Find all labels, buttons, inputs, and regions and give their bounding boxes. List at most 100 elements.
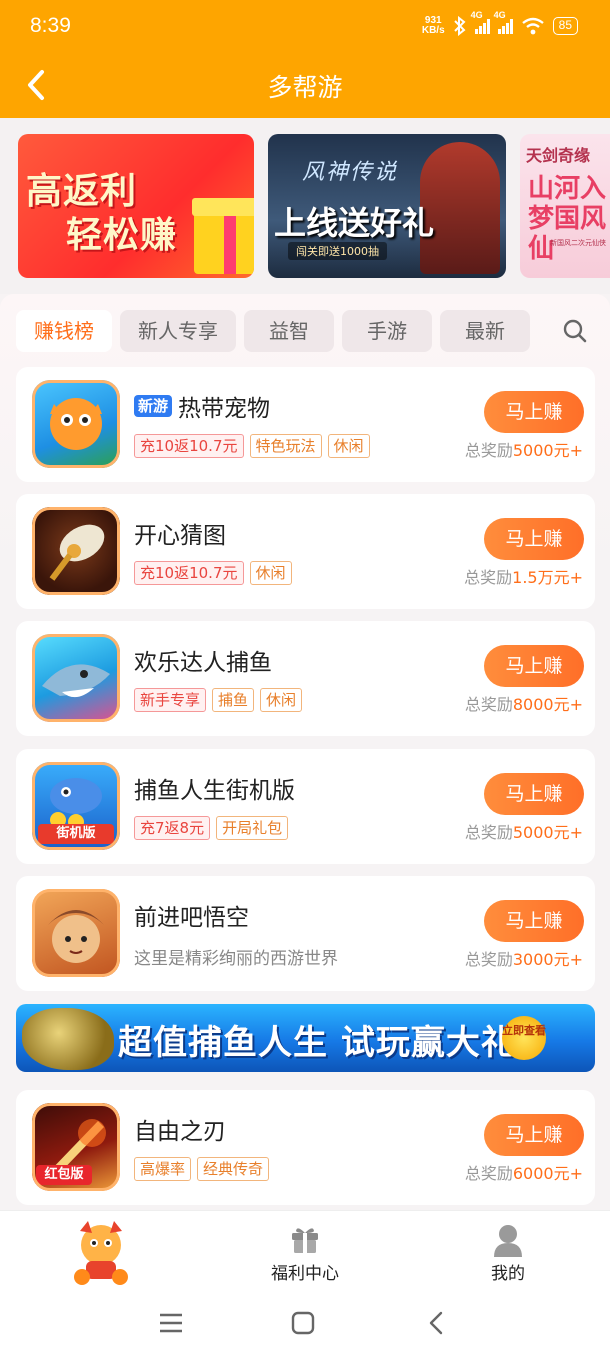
game-title: 捕鱼人生街机版 [134,771,295,805]
game-name: 热带宠物 [178,396,271,422]
promo-carousel[interactable]: 高返利 轻松赚 风神传说 上线送好礼 闯关即送1000抽 天剑奇缘 山河入梦国风… [0,118,610,294]
nav-mine-label: 我的 [491,1264,525,1284]
nav-bar: 多帮游 [0,56,610,118]
game-description: 这里是精彩绚丽的西游世界 [134,949,338,969]
game-name: 开心猜图 [134,523,226,549]
game-name: 捕鱼人生街机版 [134,778,295,804]
earn-now-button[interactable]: 马上赚 [484,391,584,433]
banner-game-logo: 风神传说 [302,160,399,185]
game-title: 欢乐达人捕鱼 [134,643,272,677]
battery-icon: 85 [552,17,578,35]
nav-welfare-label: 福利中心 [271,1264,339,1284]
tab-mobile-games[interactable]: 手游 [342,310,432,352]
system-nav-bar [0,1290,610,1356]
game-icon[interactable]: 红包版 [32,1103,120,1191]
game-list-panel: 赚钱榜 新人专享 益智 手游 最新 新游 热带宠物 充10返10.7元 特色玩法 … [0,294,610,1212]
game-card[interactable]: 前进吧悟空 这里是精彩绚丽的西游世界 马上赚 总奖励3000元+ [16,876,595,991]
promo-banner-rebate[interactable]: 高返利 轻松赚 [18,134,254,278]
tab-earn-rank[interactable]: 赚钱榜 [16,310,112,352]
total-reward: 总奖励5000元+ [465,819,583,843]
reward-label: 总奖励 [464,695,513,714]
page-title: 多帮游 [267,73,343,102]
reward-amount: 6000元+ [512,1164,583,1183]
search-icon[interactable] [562,318,588,344]
earn-now-button[interactable]: 马上赚 [484,645,584,687]
game-tag: 充10返10.7元 [134,434,244,458]
tab-puzzle[interactable]: 益智 [244,310,334,352]
game-tag: 开局礼包 [216,816,289,840]
total-reward: 总奖励1.5万元+ [464,564,583,588]
category-tabs: 赚钱榜 新人专享 益智 手游 最新 [16,310,594,352]
game-tags: 充10返10.7元 特色玩法 休闲 [134,434,370,458]
wifi-icon [521,17,544,35]
game-tag: 捕鱼 [212,688,255,712]
bluetooth-icon [453,16,466,36]
new-game-badge: 新游 [134,395,173,417]
view-now-button[interactable]: 立即查看 [502,1016,546,1060]
game-icon[interactable] [32,634,120,722]
earn-now-button[interactable]: 马上赚 [484,518,584,560]
game-tag: 高爆率 [134,1157,192,1181]
reward-amount: 8000元+ [512,695,583,714]
ad-banner-text: 超值捕鱼人生 试玩赢大礼 [118,1023,516,1063]
game-title: 新游 热带宠物 [134,389,270,423]
game-title: 前进吧悟空 [134,898,249,932]
game-icon[interactable] [32,507,120,595]
status-icons: 931 KB/s 4G 4G 85 [422,10,578,36]
game-tags: 充10返10.7元 休闲 [134,561,292,585]
game-card[interactable]: 街机版 捕鱼人生街机版 充7返8元 开局礼包 马上赚 总奖励5000元+ [16,749,595,864]
reward-amount: 3000元+ [512,950,583,969]
game-card[interactable]: 新游 热带宠物 充10返10.7元 特色玩法 休闲 马上赚 总奖励5000元+ [16,367,595,482]
earn-now-button[interactable]: 马上赚 [484,773,584,815]
app-header: 8:39 931 KB/s 4G 4G 85 多帮游 [0,0,610,118]
back-icon[interactable] [422,1308,452,1338]
nav-mine[interactable]: 我的 [428,1211,588,1291]
tab-latest[interactable]: 最新 [440,310,530,352]
total-reward: 总奖励8000元+ [465,691,583,715]
game-card[interactable]: 欢乐达人捕鱼 新手专享 捕鱼 休闲 马上赚 总奖励8000元+ [16,621,595,736]
reward-label: 总奖励 [464,441,513,460]
reward-amount: 5000元+ [512,823,583,842]
game-name: 欢乐达人捕鱼 [134,650,272,676]
promo-banner-game[interactable]: 风神传说 上线送好礼 闯关即送1000抽 [268,134,506,278]
game-tag: 充10返10.7元 [134,561,244,585]
game-tags: 高爆率 经典传奇 [134,1157,270,1181]
game-icon[interactable] [32,889,120,977]
banner-headline: 山河入梦国风仙 [528,174,607,264]
banner-headline: 轻松赚 [66,215,178,256]
home-mascot-icon[interactable] [68,1215,134,1287]
signal-label: 4G [493,10,506,20]
status-bar: 8:39 931 KB/s 4G 4G 85 [0,0,610,56]
status-time: 8:39 [30,14,71,37]
game-icon[interactable] [32,380,120,468]
game-tag: 经典传奇 [197,1157,270,1181]
network-speed-unit: KB/s [421,25,445,36]
game-icon[interactable]: 街机版 [32,762,120,850]
bottom-nav: 福利中心 我的 [0,1210,610,1290]
tab-newcomer[interactable]: 新人专享 [120,310,236,352]
reward-label: 总奖励 [464,1164,513,1183]
game-tag: 新手专享 [134,688,207,712]
home-icon[interactable] [288,1308,318,1338]
game-card[interactable]: 开心猜图 充10返10.7元 休闲 马上赚 总奖励1.5万元+ [16,494,595,609]
game-title: 自由之刃 [134,1112,226,1146]
reward-label: 总奖励 [464,823,513,842]
game-tag: 休闲 [260,688,303,712]
game-name: 前进吧悟空 [134,905,249,931]
earn-now-button[interactable]: 马上赚 [484,900,584,942]
network-speed: 931 KB/s [422,16,445,36]
gift-icon [292,1228,318,1253]
nav-welfare-center[interactable]: 福利中心 [225,1211,385,1291]
reward-label: 总奖励 [464,568,513,587]
gift-box-icon [192,198,254,274]
game-tag: 特色玩法 [249,434,322,458]
banner-subtitle: 新国风二次元仙侠 [550,239,606,247]
recent-apps-icon[interactable] [156,1308,186,1338]
total-reward: 总奖励3000元+ [465,946,583,970]
total-reward: 总奖励5000元+ [465,437,583,461]
reward-label: 总奖励 [464,950,513,969]
ad-banner-fishing[interactable]: 超值捕鱼人生 试玩赢大礼 立即查看 [16,1004,595,1072]
game-card[interactable]: 红包版 自由之刃 高爆率 经典传奇 马上赚 总奖励6000元+ [16,1090,595,1205]
earn-now-button[interactable]: 马上赚 [484,1114,584,1156]
promo-banner-game[interactable]: 天剑奇缘 山河入梦国风仙 新国风二次元仙侠 [520,134,610,278]
